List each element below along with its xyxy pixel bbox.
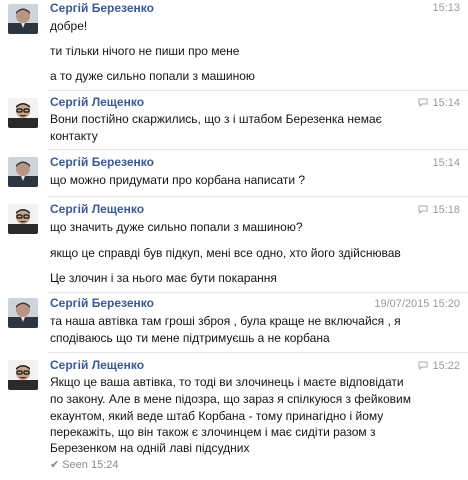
avatar-berezenko[interactable] [8,298,38,328]
seen-indicator: ✔ Seen 15:24 [50,458,119,471]
message-text: ти тільки нічого не пиши про мене [50,44,240,58]
message-text: Березенком на одній лаві підсудних [50,441,250,455]
sender-name[interactable]: Сергій Лещенко [50,95,144,109]
sender-name[interactable]: Сергій Березенко [50,1,154,15]
message-thread: Сергій Березенко 15:13 добре! ти тільки … [0,0,468,480]
chat-bubble-icon [418,205,428,217]
message-separator [48,352,468,353]
message-text: контакту [50,129,98,143]
avatar-berezenko[interactable] [8,157,38,187]
message-time: 15:13 [432,2,460,14]
seen-text: Seen 15:24 [62,459,119,471]
avatar-leshchenko[interactable] [8,360,38,390]
message-text: що можно придумати про корбана написати … [50,173,306,187]
sender-name[interactable]: Сергій Березенко [50,155,154,169]
message-time: 15:22 [418,360,460,373]
chat-bubble-icon [418,361,428,373]
checkmark-icon: ✔ [50,459,60,471]
message-separator [48,292,468,293]
sender-name[interactable]: Сергій Березенко [50,296,154,310]
sender-name[interactable]: Сергій Лещенко [50,358,144,372]
message-text: Це злочин і за нього має бути покарання [50,271,277,285]
message-time: 19/07/2015 15:20 [374,298,460,310]
sender-name[interactable]: Сергій Лещенко [50,202,144,216]
message-text: добре! [50,19,88,33]
message-text: сподіваюсь що ти мене підтримуєшь а не к… [50,331,330,345]
message-text: перекажіть, що він також є злочинцем і м… [50,425,376,439]
message-text: Вони постійно скаржились, що з і штабом … [50,112,382,126]
message-separator [48,196,468,197]
avatar-leshchenko[interactable] [8,98,38,128]
chat-bubble-icon [418,98,428,110]
message-text: що значить дуже сильно попали з машиною? [50,220,303,234]
message-time: 15:14 [418,97,460,110]
message-text: якщо це справді був підкуп, мені все одн… [50,246,401,260]
avatar-berezenko[interactable] [8,4,38,34]
message-separator [48,90,468,91]
message-time: 15:14 [432,157,460,169]
message-text: Якщо це ваша автівка, то тоді ви злочине… [50,375,404,389]
message-text: по закону. Але в мене підозра, що зараз … [50,392,411,406]
message-separator [48,149,468,150]
avatar-leshchenko[interactable] [8,204,38,234]
message-text: екаунтом, який веде штаб Корбана - тому … [50,409,384,423]
message-text: а то дуже сильно попали з машиною [50,69,255,83]
message-time: 15:18 [418,204,460,217]
message-text: та наша автівка там гроші зброя , була к… [50,314,401,328]
